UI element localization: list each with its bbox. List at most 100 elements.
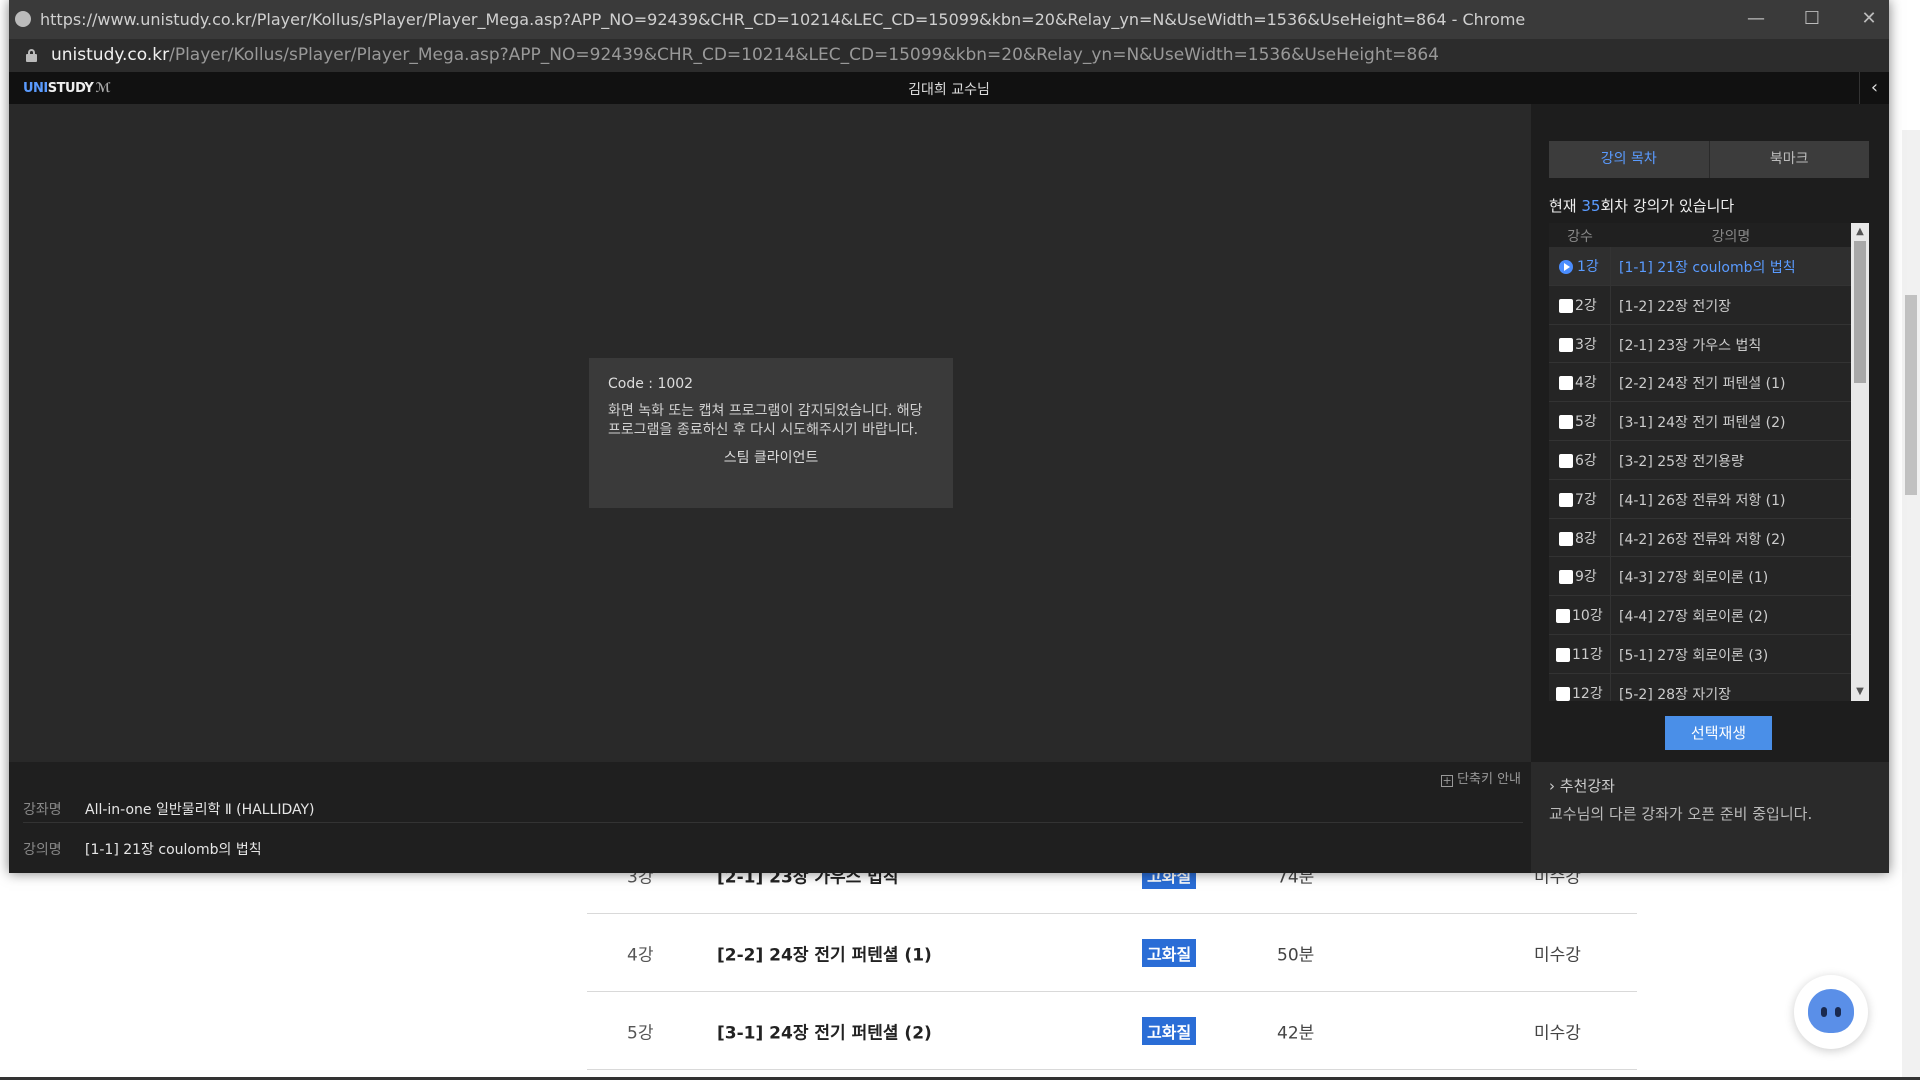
lecture-row[interactable]: 3강 [2-1] 23장 가우스 법칙 xyxy=(1549,324,1851,364)
lecture-checkbox[interactable] xyxy=(1559,298,1573,313)
scroll-up-icon[interactable]: ▲ xyxy=(1851,223,1869,241)
lecture-duration: 50분 xyxy=(1277,945,1315,965)
column-header-number: 강수 xyxy=(1567,229,1593,245)
column-header-title: 강의명 xyxy=(1711,229,1751,245)
chatbot-eye xyxy=(1835,1007,1841,1017)
lecture-list-scrollbar-thumb[interactable] xyxy=(1854,241,1866,383)
maximize-button[interactable]: ☐ xyxy=(1797,6,1827,32)
course-name-value: All-in-one 일반물리학 Ⅱ (HALLIDAY) xyxy=(85,802,315,818)
lecture-sidebar: 강의 목차 북마크 현재 35회차 강의가 있습니다 강수 강의명 1강 [1-… xyxy=(1531,104,1889,762)
lecture-row[interactable]: 2강 [1-2] 22장 전기장 xyxy=(1549,285,1851,325)
lecture-title[interactable]: [4-4] 27장 회로이론 (2) xyxy=(1619,606,1768,626)
lecture-row[interactable]: 6강 [3-2] 25장 전기용량 xyxy=(1549,440,1851,480)
chatbot-icon xyxy=(1808,989,1854,1033)
recommended-courses-title[interactable]: › 추천강좌 xyxy=(1549,775,1615,796)
lecture-number: 1강 xyxy=(1577,259,1599,275)
sidebar-collapse-button[interactable]: ‹ xyxy=(1859,72,1889,104)
detected-program-name: 스팀 클라이언트 xyxy=(723,450,819,466)
lecture-checkbox[interactable] xyxy=(1559,453,1573,468)
table-row[interactable]: 4강 [2-2] 24장 전기 퍼텐셜 (1) 고화질 50분 미수강 xyxy=(587,914,1637,992)
lecture-row[interactable]: 5강 [3-1] 24장 전기 퍼텐셜 (2) xyxy=(1549,402,1851,441)
lecture-checkbox[interactable] xyxy=(1559,570,1573,585)
hd-badge[interactable]: 고화질 xyxy=(1142,938,1197,967)
page-scrollbar-thumb[interactable] xyxy=(1905,295,1917,495)
error-dialog: Code : 1002 화면 녹화 또는 캡쳐 프로그램이 감지되었습니다. 해… xyxy=(589,358,953,508)
lock-icon[interactable] xyxy=(26,49,37,62)
lecture-row[interactable]: 4강 [2-2] 24장 전기 퍼텐셜 (1) xyxy=(1549,363,1851,403)
lecture-checkbox[interactable] xyxy=(1556,686,1570,701)
lecture-title[interactable]: [4-2] 26장 전류와 저항 (2) xyxy=(1619,529,1786,549)
lecture-title[interactable]: [3-2] 25장 전기용량 xyxy=(1619,451,1744,471)
lecture-number: 5강 xyxy=(627,1023,654,1043)
scroll-down-icon[interactable]: ▼ xyxy=(1851,683,1869,701)
lecture-title-link[interactable]: [3-1] 24장 전기 퍼텐셜 (2) xyxy=(717,1018,932,1043)
lecture-number: 2강 xyxy=(1575,297,1597,314)
lecture-row-current[interactable]: 1강 [1-1] 21장 coulomb의 법칙 xyxy=(1549,247,1851,286)
tab-bookmark[interactable]: 북마크 xyxy=(1708,141,1869,178)
lecture-row[interactable]: 12강 [5-2] 28장 자기장 xyxy=(1549,673,1851,701)
lecture-list-scrollbar[interactable]: ▲ ▼ xyxy=(1851,223,1869,701)
lecture-title[interactable]: [5-2] 28장 자기장 xyxy=(1619,684,1731,701)
lecture-checkbox[interactable] xyxy=(1559,376,1573,391)
tab-lecture-list[interactable]: 강의 목차 xyxy=(1549,141,1709,178)
lecture-name-row: 강의명 [1-1] 21장 coulomb의 법칙 xyxy=(23,833,1531,863)
lecture-title[interactable]: [4-1] 26장 전류와 저항 (1) xyxy=(1619,490,1786,510)
hd-badge[interactable]: 고화질 xyxy=(1142,1016,1197,1045)
shortcut-guide-button[interactable]: + 단축키 안내 xyxy=(1441,768,1521,787)
lecture-name-value: [1-1] 21장 coulomb의 법칙 xyxy=(85,842,262,858)
error-message: 화면 녹화 또는 캡쳐 프로그램이 감지되었습니다. 해당 프로그램을 종료하신… xyxy=(608,403,923,438)
lecture-checkbox[interactable] xyxy=(1559,492,1573,507)
instructor-name: 김대희 교수님 xyxy=(908,82,990,98)
lecture-list[interactable]: 강수 강의명 1강 [1-1] 21장 coulomb의 법칙 2강 [1-2]… xyxy=(1549,223,1869,701)
lecture-row[interactable]: 10강 [4-4] 27장 회로이론 (2) xyxy=(1549,596,1851,635)
lecture-title[interactable]: [2-2] 24장 전기 퍼텐셜 (1) xyxy=(1619,373,1786,393)
lecture-checkbox[interactable] xyxy=(1559,531,1573,546)
recommended-courses-message: 교수님의 다른 강좌가 오픈 준비 중입니다. xyxy=(1549,805,1813,823)
url-text[interactable]: unistudy.co.kr/Player/Kollus/sPlayer/Pla… xyxy=(51,45,1439,65)
lecture-name-label: 강의명 xyxy=(23,842,62,858)
lecture-title[interactable]: [4-3] 27장 회로이론 (1) xyxy=(1619,567,1768,587)
lecture-list-body: 1강 [1-1] 21장 coulomb의 법칙 2강 [1-2] 22장 전기… xyxy=(1549,247,1851,701)
lecture-number: 11강 xyxy=(1572,646,1603,663)
close-button[interactable]: ✕ xyxy=(1854,6,1884,32)
lecture-number: 5강 xyxy=(1575,414,1597,431)
lecture-title[interactable]: [1-2] 22장 전기장 xyxy=(1619,296,1731,316)
recommended-courses-panel: › 추천강좌 교수님의 다른 강좌가 오픈 준비 중입니다. xyxy=(1531,762,1889,873)
lecture-checkbox[interactable] xyxy=(1556,609,1570,624)
lecture-row[interactable]: 8강 [4-2] 26장 전류와 저항 (2) xyxy=(1549,518,1851,558)
lecture-number: 4강 xyxy=(1575,375,1597,392)
lecture-title[interactable]: [3-1] 24장 전기 퍼텐셜 (2) xyxy=(1619,412,1786,432)
table-row[interactable]: 5강 [3-1] 24장 전기 퍼텐셜 (2) 고화질 42분 미수강 xyxy=(587,992,1637,1070)
video-area[interactable]: Code : 1002 화면 녹화 또는 캡쳐 프로그램이 감지되었습니다. 해… xyxy=(9,104,1531,762)
lecture-number: 10강 xyxy=(1572,608,1603,625)
lecture-row[interactable]: 11강 [5-1] 27장 회로이론 (3) xyxy=(1549,634,1851,674)
chatbot-button[interactable] xyxy=(1794,975,1868,1049)
play-selected-button[interactable]: 선택재생 xyxy=(1665,716,1772,750)
lecture-title[interactable]: [2-1] 23장 가우스 법칙 xyxy=(1619,335,1761,355)
page-scrollbar[interactable] xyxy=(1902,130,1920,1080)
lecture-checkbox[interactable] xyxy=(1559,415,1573,430)
sidebar-tabs: 강의 목차 북마크 xyxy=(1549,141,1869,178)
window-titlebar[interactable]: https://www.unistudy.co.kr/Player/Kollus… xyxy=(9,0,1889,39)
chatbot-eye xyxy=(1821,1007,1827,1017)
lecture-checkbox[interactable] xyxy=(1556,647,1570,662)
lecture-info-panel: + 단축키 안내 강좌명 All-in-one 일반물리학 Ⅱ (HALLIDAY… xyxy=(9,762,1531,873)
lecture-title[interactable]: [1-1] 21장 coulomb의 법칙 xyxy=(1619,257,1796,277)
play-icon[interactable] xyxy=(1559,260,1573,274)
url-domain: unistudy.co.kr xyxy=(51,45,170,65)
lecture-row[interactable]: 7강 [4-1] 26장 전류와 저항 (1) xyxy=(1549,479,1851,519)
lecture-title[interactable]: [5-1] 27장 회로이론 (3) xyxy=(1619,645,1768,665)
lecture-number: 8강 xyxy=(1575,530,1597,547)
lecture-number: 6강 xyxy=(1575,452,1597,469)
lecture-count: 35 xyxy=(1581,197,1601,215)
lecture-duration: 42분 xyxy=(1277,1023,1315,1043)
lecture-checkbox[interactable] xyxy=(1559,337,1573,352)
minimize-button[interactable]: — xyxy=(1741,6,1771,32)
player-header: UNISTUDY ℳ 김대희 교수님 ‹ xyxy=(9,72,1889,104)
address-bar[interactable]: unistudy.co.kr/Player/Kollus/sPlayer/Pla… xyxy=(9,39,1889,72)
lecture-title-link[interactable]: [2-2] 24장 전기 퍼텐셜 (1) xyxy=(717,940,932,965)
course-name-row: 강좌명 All-in-one 일반물리학 Ⅱ (HALLIDAY) xyxy=(23,793,1523,823)
player-popup-window: https://www.unistudy.co.kr/Player/Kollus… xyxy=(9,0,1889,873)
lecture-row[interactable]: 9강 [4-3] 27장 회로이론 (1) xyxy=(1549,557,1851,597)
globe-icon xyxy=(15,11,31,27)
